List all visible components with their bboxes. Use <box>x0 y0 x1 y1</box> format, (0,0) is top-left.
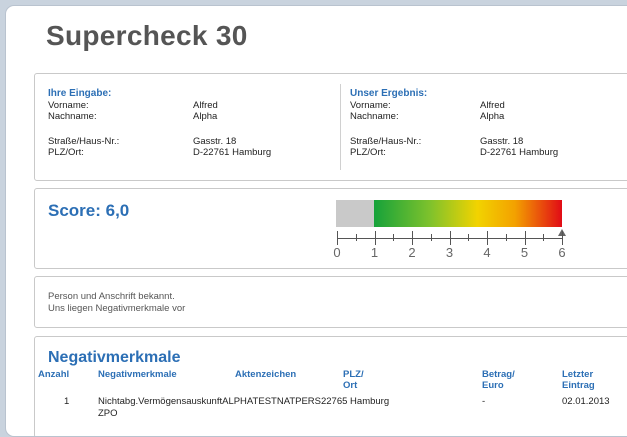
score-major-tick <box>449 231 451 245</box>
result-vorname-label: Vorname: <box>350 100 391 111</box>
result-strasse-label: Straße/Haus-Nr.: <box>350 136 422 147</box>
input-vorname-label: Vorname: <box>48 100 89 111</box>
header-plz: PLZ/ <box>343 369 364 380</box>
input-nachname-value: Alpha <box>193 111 218 122</box>
input-plz-value: D-22761 Hamburg <box>193 147 272 158</box>
row-datum: 02.01.2013 <box>562 396 610 407</box>
negativmerkmale-title: Negativmerkmale <box>48 349 181 366</box>
header-anzahl: Anzahl <box>38 369 70 380</box>
score-panel: Score: 6,0 0 1 2 3 4 5 6 <box>34 188 627 269</box>
status-line-2: Uns liegen Negativmerkmale vor <box>48 303 186 314</box>
header-letzter: Letzter <box>562 369 594 380</box>
score-minor-tick <box>543 234 545 241</box>
score-tick-label: 4 <box>483 245 491 260</box>
score-tick-label: 0 <box>333 245 341 260</box>
score-minor-tick <box>505 234 507 241</box>
input-nachname-label: Nachname: <box>48 111 97 122</box>
input-plz-label: PLZ/Ort: <box>48 147 84 158</box>
input-strasse-value: Gasstr. 18 <box>193 136 237 147</box>
header-betrag: Betrag/ <box>482 369 515 380</box>
header-letzter-eintrag: Letzter Eintrag <box>562 369 595 391</box>
report-card: Supercheck 30 Ihre Eingabe: Vorname: Alf… <box>5 5 627 437</box>
score-tick-label: 1 <box>370 245 379 260</box>
header-ort: Ort <box>343 380 358 391</box>
row-betrag: - <box>482 396 486 407</box>
score-minor-tick <box>393 234 395 241</box>
input-strasse-label: Straße/Haus-Nr.: <box>48 136 120 147</box>
score-bar-gradient <box>374 200 562 227</box>
score-tick-label: 3 <box>445 245 454 260</box>
row-anzahl: 1 <box>64 396 70 407</box>
score-major-tick <box>412 231 413 245</box>
column-divider <box>340 84 341 170</box>
score-major-tick <box>524 231 526 245</box>
status-line-1: Person und Anschrift bekannt. <box>48 291 175 302</box>
input-vorname-value: Alfred <box>193 100 218 111</box>
header-euro: Euro <box>482 380 504 391</box>
header-negativmerkmale: Negativmerkmale <box>98 369 177 380</box>
score-major-tick <box>374 231 376 245</box>
result-vorname-value: Alfred <box>480 100 505 111</box>
header-plz-ort: PLZ/ Ort <box>343 369 364 391</box>
score-minor-tick <box>430 234 432 241</box>
score-tick-label: 6 <box>558 245 566 260</box>
input-heading: Ihre Eingabe: <box>48 88 112 99</box>
score-tick-label: 2 <box>408 245 416 260</box>
result-plz-value: D-22761 Hamburg <box>480 147 559 158</box>
result-heading: Unser Ergebnis: <box>350 88 428 99</box>
negativmerkmale-panel: Negativmerkmale Anzahl Negativmerkmale A… <box>34 336 627 436</box>
row-merkmal: Nichtabg.VermögensauskunftALPHATESTNATPE… <box>98 396 389 420</box>
page-title: Supercheck 30 <box>46 20 248 51</box>
header-betrag-euro: Betrag/ Euro <box>482 369 515 391</box>
result-nachname-label: Nachname: <box>350 111 399 122</box>
score-label: Score: 6,0 <box>48 201 130 220</box>
result-nachname-value: Alpha <box>480 111 505 122</box>
score-major-tick <box>337 231 338 245</box>
row-merkmal-line-1: Nichtabg.VermögensauskunftALPHATESTNATPE… <box>98 396 390 407</box>
status-note-panel: Person und Anschrift bekannt. Uns liegen… <box>34 276 627 328</box>
score-minor-tick <box>468 234 470 241</box>
result-strasse-value: Gasstr. 18 <box>480 136 524 147</box>
result-plz-label: PLZ/Ort: <box>350 147 386 158</box>
row-merkmal-line-2: ZPO <box>98 408 118 419</box>
header-aktenzeichen: Aktenzeichen <box>235 369 297 380</box>
score-major-tick <box>487 231 488 245</box>
header-eintrag: Eintrag <box>562 380 595 391</box>
score-tick-label: 5 <box>520 245 529 260</box>
address-comparison-panel: Ihre Eingabe: Vorname: Alfred Nachname: … <box>34 73 627 181</box>
score-minor-tick <box>355 234 357 241</box>
score-major-tick <box>562 231 563 245</box>
